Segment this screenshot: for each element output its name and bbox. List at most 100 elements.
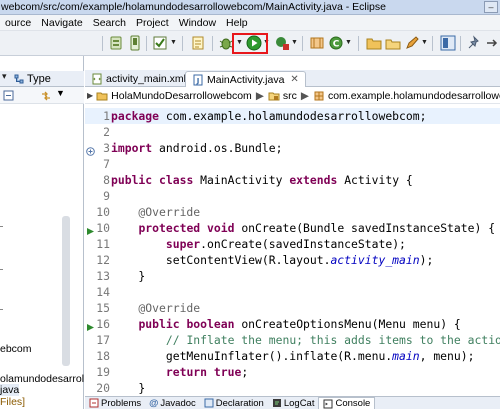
tab-declaration-label: Declaration	[215, 397, 264, 409]
tab-console-label: Console	[335, 398, 371, 409]
declaration-icon	[204, 398, 214, 408]
console-icon	[323, 399, 333, 408]
tab-problems-label: Problems	[101, 397, 142, 409]
code-text: super.onCreate(savedInstanceState);	[165, 237, 406, 251]
new-class-icon[interactable]: C	[328, 35, 344, 51]
package-icon	[314, 91, 324, 100]
code-text: import android.os.Bundle;	[111, 141, 283, 155]
line-number: 1	[103, 109, 110, 123]
code-text: }	[111, 381, 146, 394]
line-number: 3	[103, 141, 110, 155]
line-number: 17	[96, 333, 110, 347]
code-line[interactable]: 13 }	[85, 268, 500, 284]
menu-navigate[interactable]: Navigate	[36, 17, 87, 29]
tree-tick	[0, 269, 3, 270]
tab-javadoc-label: Javadoc	[160, 397, 196, 409]
breadcrumb: ▶ HolaMundoDesarrollowebcom ▶ src ▶ com.…	[85, 88, 500, 104]
tab-declaration[interactable]: Declaration	[200, 398, 268, 409]
pencil-icon[interactable]	[404, 35, 420, 51]
chevron-down-icon[interactable]: ▼	[170, 39, 177, 47]
code-line[interactable]: 18 getMenuInflater().inflate(R.menu.main…	[85, 348, 500, 364]
code-line[interactable]: 19 return true;	[85, 364, 500, 380]
chevron-down-icon[interactable]: ▼	[421, 39, 428, 47]
code-line[interactable]: 10 @Override	[85, 204, 500, 220]
tab-javadoc[interactable]: @ Javadoc	[145, 398, 200, 409]
left-view-toolbar: ▼	[0, 87, 84, 104]
line-number: 10	[96, 221, 110, 235]
view-menu-icon[interactable]: ▾	[2, 71, 7, 82]
breadcrumb-src[interactable]: src	[266, 90, 299, 102]
code-line[interactable]: 16 public boolean onCreateOptionsMenu(Me…	[85, 316, 500, 332]
avd-manager-icon[interactable]	[127, 35, 143, 51]
toolbar-separator	[358, 36, 359, 51]
code-line[interactable]: 11 super.onCreate(savedInstanceState);	[85, 236, 500, 252]
source-folder-icon	[268, 92, 280, 100]
collapse-all-icon[interactable]	[3, 90, 14, 101]
menu-help[interactable]: Help	[221, 17, 253, 29]
external-tools-icon[interactable]	[274, 35, 290, 51]
code-line[interactable]: 7	[85, 156, 500, 172]
lint-icon[interactable]	[190, 35, 206, 51]
left-scrollbar[interactable]	[62, 216, 70, 366]
code-line[interactable]: 1 package com.example.holamundodesarrollo…	[85, 108, 500, 124]
line-number: 15	[96, 301, 110, 315]
tab-problems[interactable]: Problems	[85, 398, 145, 409]
toolbar-separator	[102, 36, 103, 51]
tree-item-selected[interactable]: java	[0, 384, 20, 396]
chevron-down-icon[interactable]: ▼	[56, 88, 65, 98]
tab-activity-main-xml[interactable]: activity_main.xml	[85, 71, 192, 87]
tab-mainactivity-java[interactable]: J MainActivity.java ✕	[185, 71, 306, 87]
code-text: @Override	[111, 301, 201, 315]
tree-tick	[0, 226, 3, 227]
arrow-right-icon[interactable]	[484, 35, 500, 51]
chevron-down-icon[interactable]: ▼	[345, 39, 352, 47]
tab-type-label: Type	[27, 73, 51, 85]
breadcrumb-package[interactable]: com.example.holamundodesarrollowebcom	[311, 90, 500, 102]
line-number: 14	[96, 285, 110, 299]
tab-console[interactable]: Console	[318, 397, 376, 409]
code-text: }	[111, 269, 146, 283]
tab-logcat[interactable]: LogCat	[268, 398, 319, 409]
code-line[interactable]: 9	[85, 188, 500, 204]
override-marker-icon[interactable]	[86, 224, 95, 235]
pin-icon[interactable]	[466, 35, 482, 51]
code-line[interactable]: 14	[85, 284, 500, 300]
code-line[interactable]: 15 @Override	[85, 300, 500, 316]
line-number: 8	[103, 173, 110, 187]
line-number: 10	[96, 205, 110, 219]
tab-type-hierarchy[interactable]: Type	[10, 71, 51, 87]
menu-source[interactable]: ource	[0, 17, 36, 29]
chevron-right-icon: ▶	[87, 91, 94, 100]
menu-search[interactable]: Search	[88, 17, 131, 29]
code-line[interactable]: 10 protected void onCreate(Bundle savedI…	[85, 220, 500, 236]
menu-project[interactable]: Project	[131, 17, 174, 29]
override-marker-icon[interactable]	[86, 320, 95, 331]
java-perspective-icon[interactable]	[440, 35, 456, 51]
code-line[interactable]: 3 import android.os.Bundle;	[85, 140, 500, 156]
code-line[interactable]: 17 // Inflate the menu; this adds items …	[85, 332, 500, 348]
menu-window[interactable]: Window	[174, 17, 221, 29]
bottom-tab-bar: Problems @ Javadoc Declaration LogCat Co…	[85, 396, 500, 409]
code-editor[interactable]: 1 package com.example.holamundodesarrollo…	[85, 104, 500, 394]
chevron-down-icon[interactable]: ▼	[291, 39, 298, 47]
new-java-project-icon[interactable]	[309, 35, 325, 51]
android-sdk-icon[interactable]	[108, 35, 124, 51]
close-icon[interactable]: ✕	[290, 74, 298, 85]
code-line[interactable]: 20 }	[85, 380, 500, 394]
breadcrumb-project[interactable]: ▶ HolaMundoDesarrollowebcom	[85, 90, 254, 102]
svg-text:C: C	[333, 40, 340, 50]
tree-item[interactable]: Files]	[0, 396, 25, 408]
tree-item[interactable]: ebcom	[0, 343, 32, 355]
minimize-icon[interactable]: –	[484, 1, 498, 13]
code-text: package com.example.holamundodesarrollow…	[111, 109, 427, 123]
open-folder-icon[interactable]	[366, 35, 382, 51]
tab-logcat-label: LogCat	[283, 397, 315, 409]
fold-expand-icon[interactable]	[86, 144, 95, 156]
checkbox-icon[interactable]	[152, 35, 168, 51]
code-line[interactable]: 8 public class MainActivity extends Activ…	[85, 172, 500, 188]
code-line[interactable]: 2	[85, 124, 500, 140]
link-editor-icon[interactable]	[40, 90, 52, 102]
code-line[interactable]: 12 setContentView(R.layout.activity_main…	[85, 252, 500, 268]
toolbar-separator	[146, 36, 147, 51]
folder-icon[interactable]	[385, 35, 401, 51]
